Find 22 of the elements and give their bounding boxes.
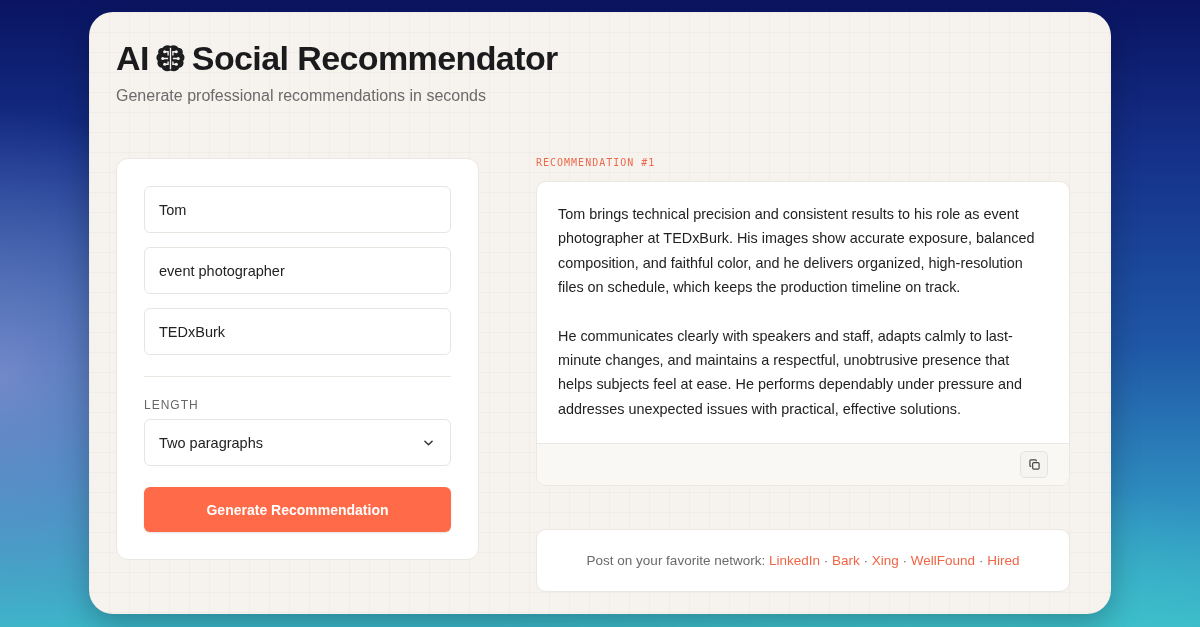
network-link[interactable]: WellFound [910, 553, 976, 569]
input-field[interactable]: event photographer [144, 247, 451, 294]
network-link[interactable]: Xing [871, 553, 899, 569]
share-text: Post on your favorite network: LinkedIn · Bark · Xing · WellFound · Hired [586, 553, 1020, 569]
brain-circuit-icon [154, 43, 186, 73]
recommendation-paragraph: He communicates clearly with speakers and staff, adapts calmly to last-minute changes, and maintains a respectful, unobtrusive presence that helps subjects feel at ease. He performs dependably under pressure and addresses unexpected issues with practical, effective solutions. [558, 326, 1023, 419]
copy-icon [1028, 459, 1040, 471]
input-field[interactable]: TEDxBurk [144, 308, 451, 355]
subtitle: Generate professional recommendations in seconds [116, 86, 487, 106]
network-link[interactable]: Bark [832, 553, 860, 569]
title-text: AI [116, 38, 149, 78]
network-link[interactable]: Hired [987, 553, 1020, 569]
recommendation-label: RECOMMENDATION #1 [536, 157, 656, 169]
input-field[interactable]: Tom [144, 186, 451, 233]
chevron-down-icon [424, 439, 433, 446]
recommendation-paragraph: Tom brings technical precision and consistent results to his role as event photographer at TEDxBurk. His images show accurate exposure, balanced composition, and faithful color, and he delivers organized, high-resolution files on schedule, which keeps the production timeline on track. [558, 205, 1036, 298]
generate-button[interactable]: Generate Recommendation [144, 487, 451, 532]
copy-button[interactable] [1020, 451, 1048, 479]
title-text: Social Recommendator [191, 38, 558, 78]
length-label: LENGTH [144, 398, 200, 412]
length-select[interactable]: Two paragraphs [144, 419, 451, 466]
network-link[interactable]: LinkedIn [768, 553, 820, 569]
